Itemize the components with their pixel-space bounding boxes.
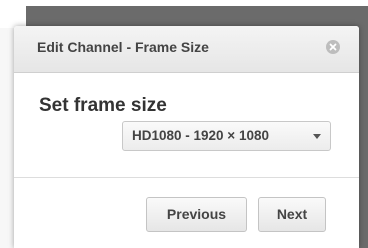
- dialog-body: Set frame size HD1080 - 1920 × 1080: [14, 73, 359, 177]
- chevron-down-icon: [313, 134, 321, 139]
- frame-size-select[interactable]: HD1080 - 1920 × 1080: [122, 121, 331, 151]
- close-icon[interactable]: [326, 40, 340, 54]
- footer-divider: [14, 177, 359, 178]
- previous-button[interactable]: Previous: [146, 197, 247, 232]
- edit-channel-dialog: Edit Channel - Frame Size Set frame size…: [14, 26, 359, 248]
- dialog-title: Edit Channel - Frame Size: [37, 39, 209, 55]
- next-button[interactable]: Next: [258, 197, 326, 232]
- dialog-header: Edit Channel - Frame Size: [14, 26, 359, 73]
- frame-size-selected-value: HD1080 - 1920 × 1080: [132, 128, 269, 143]
- frame-size-label: Set frame size: [39, 95, 167, 116]
- background-panel: [0, 28, 14, 248]
